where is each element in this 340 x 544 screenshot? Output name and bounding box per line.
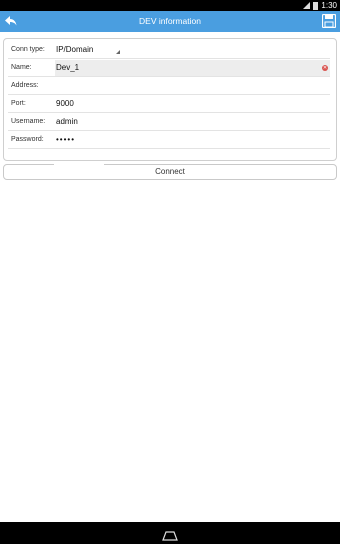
username-input[interactable]: admin — [56, 113, 78, 130]
username-label: Username: — [11, 118, 46, 125]
name-value: Dev_1 — [56, 63, 80, 72]
port-label: Port: — [11, 100, 26, 107]
connect-label: Connect — [155, 167, 185, 176]
signal-icon — [302, 1, 311, 10]
password-row: Password: ••••• — [8, 131, 330, 149]
button-highlight — [54, 164, 104, 166]
status-bar: 1:30 — [0, 0, 340, 11]
battery-icon — [313, 2, 319, 10]
password-label: Password: — [11, 136, 44, 143]
clear-icon[interactable]: ✕ — [322, 65, 328, 71]
name-input[interactable]: Dev_1 ✕ — [55, 60, 330, 76]
password-input[interactable]: ••••• — [56, 131, 75, 148]
connect-button[interactable]: Connect — [3, 164, 337, 180]
navigation-bar — [0, 522, 340, 544]
name-label: Name: — [11, 64, 32, 71]
status-icons: 1:30 — [302, 0, 337, 11]
device-form: Conn type: IP/Domain Name: Dev_1 ✕ Addre… — [3, 38, 337, 161]
port-input[interactable]: 9000 — [56, 95, 74, 112]
save-floppy-icon[interactable] — [321, 13, 337, 29]
dropdown-triangle-icon — [116, 50, 120, 54]
address-row: Address: — [8, 77, 330, 95]
conn-type-label: Conn type: — [11, 46, 45, 53]
username-row: Username: admin — [8, 113, 330, 131]
name-row: Name: Dev_1 ✕ — [8, 59, 330, 77]
page-title: DEV information — [139, 16, 201, 26]
title-bar: DEV information — [0, 11, 340, 32]
address-label: Address: — [11, 82, 39, 89]
conn-type-select[interactable]: IP/Domain — [56, 41, 93, 58]
conn-type-row[interactable]: Conn type: IP/Domain — [8, 41, 330, 59]
status-time: 1:30 — [321, 1, 337, 10]
home-icon[interactable] — [162, 528, 178, 541]
port-row: Port: 9000 — [8, 95, 330, 113]
